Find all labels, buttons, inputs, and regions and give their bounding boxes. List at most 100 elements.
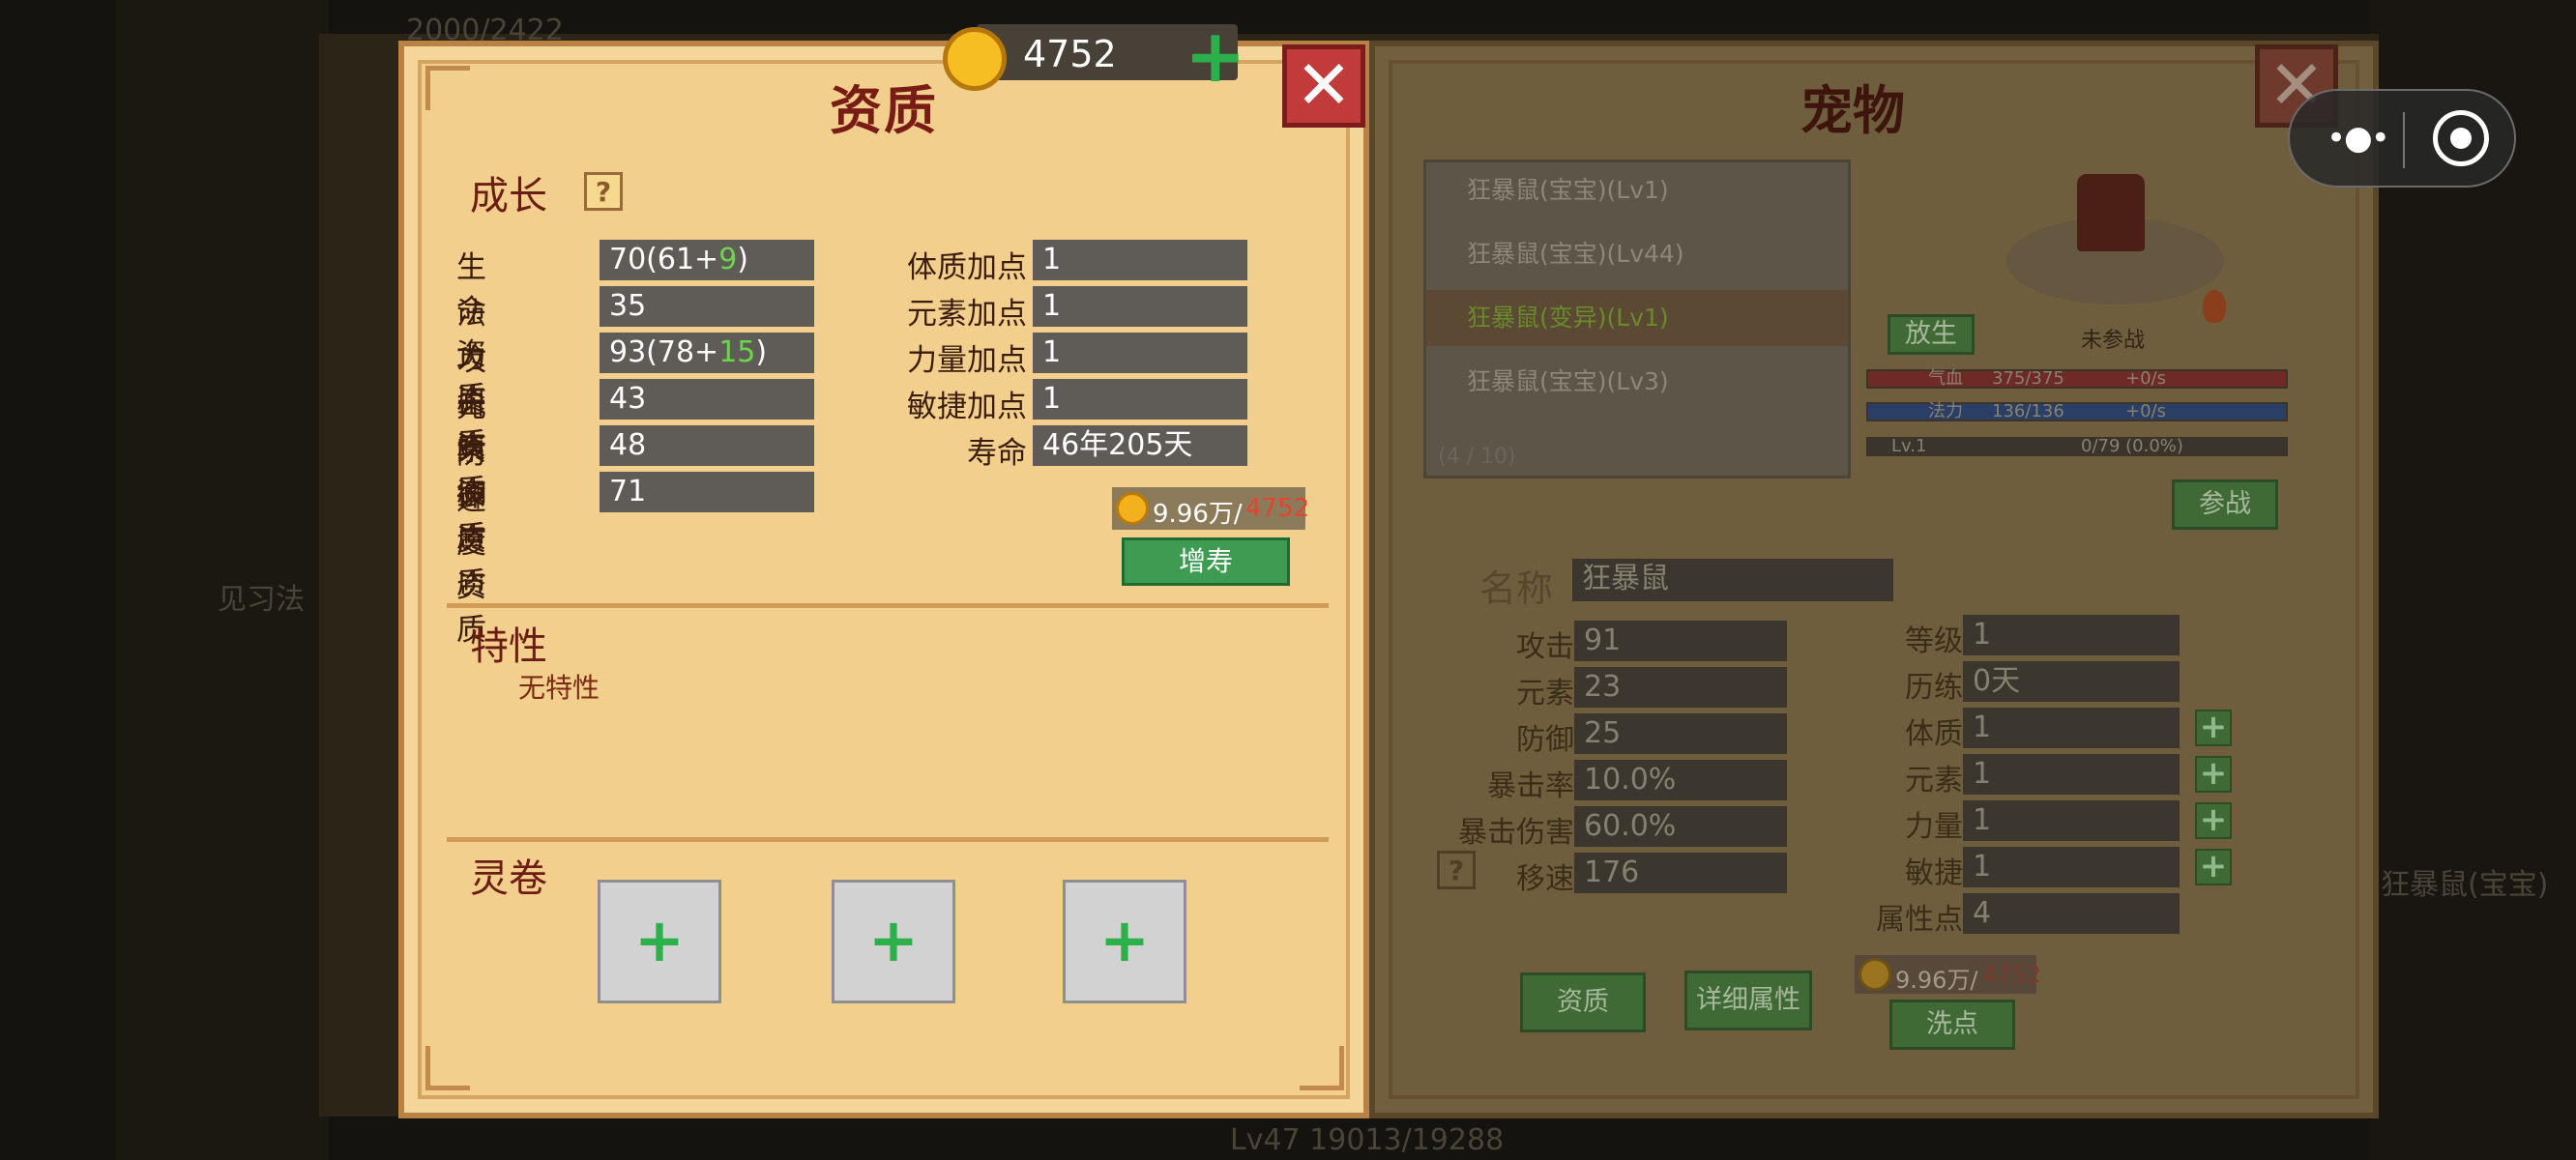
trait-value: 无特性 bbox=[518, 672, 600, 704]
scroll-slot[interactable]: + bbox=[598, 880, 721, 1003]
capsule-divider bbox=[2403, 112, 2405, 168]
pet-list-item[interactable]: 狂暴鼠(宝宝)(Lv3) bbox=[1426, 354, 1848, 410]
reset-points-button[interactable]: 洗点 bbox=[1889, 1000, 2015, 1050]
pet-stat-row: 等级 1 bbox=[1857, 615, 2180, 661]
plus-icon: + bbox=[634, 905, 685, 975]
pet-stat-label: 属性点 bbox=[1876, 903, 1963, 937]
pet-list-item-selected[interactable]: 狂暴鼠(变异)(Lv1) bbox=[1426, 290, 1848, 346]
hp-bar: 气血 375/375 +0/s bbox=[1866, 369, 2288, 389]
pet-stat-label: 暴击伤害 bbox=[1458, 816, 1574, 850]
pet-stat-label: 等级 bbox=[1905, 624, 1963, 658]
add-constitution-button[interactable]: + bbox=[2195, 710, 2232, 746]
pet-stat-value: 4 bbox=[1963, 893, 2180, 934]
life-cost-price: 9.96万/ bbox=[1153, 500, 1243, 529]
pet-stat-row: 移速 176 bbox=[1423, 853, 1787, 899]
divider bbox=[447, 837, 1329, 842]
points-row: 力量加点 1 bbox=[870, 333, 1247, 379]
exit-icon[interactable] bbox=[2433, 110, 2489, 166]
reset-cost-price: 9.96万/ bbox=[1895, 967, 1978, 994]
pet-title: 宠物 bbox=[1800, 79, 1905, 141]
points-row: 体质加点 1 bbox=[870, 240, 1247, 286]
points-label: 体质加点 bbox=[907, 250, 1027, 285]
pet-stat-value: 10.0% bbox=[1574, 760, 1787, 800]
reset-cost-owned: 4752 bbox=[1982, 961, 2042, 988]
points-list: 体质加点 1 元素加点 1 力量加点 1 敏捷加点 1 寿命 46年205天 bbox=[870, 240, 1247, 472]
frame-corner-tl bbox=[425, 66, 470, 110]
exp-bar: Lv.1 0/79 (0.0%) bbox=[1866, 437, 2288, 456]
aptitude-tab-button[interactable]: 资质 bbox=[1520, 972, 1646, 1032]
release-button[interactable]: 放生 bbox=[1888, 314, 1975, 355]
close-button[interactable]: ✕ bbox=[1282, 44, 1365, 128]
growth-label: 成长 bbox=[470, 174, 547, 218]
pet-stat-label: 暴击率 bbox=[1487, 769, 1574, 803]
pet-stat-value: 1 bbox=[1963, 847, 2180, 887]
pet-stat-label: 体质 bbox=[1905, 717, 1963, 751]
scroll-slot[interactable]: + bbox=[1063, 880, 1186, 1003]
currency-amount: 4752 bbox=[1023, 33, 1117, 75]
pet-stat-value: 1 bbox=[1963, 800, 2180, 841]
life-cost: 9.96万/ 4752 bbox=[1112, 487, 1309, 530]
pet-stat-value: 1 bbox=[1963, 708, 2180, 748]
help-icon[interactable]: ? bbox=[584, 172, 623, 211]
pet-sprite bbox=[2077, 174, 2145, 251]
pet-stat-value: 23 bbox=[1574, 667, 1787, 708]
exp-level: Lv.1 bbox=[1891, 436, 1927, 456]
aptitude-value: 70(61+9) bbox=[600, 240, 814, 280]
pet-stat-row: 体质 1 bbox=[1857, 708, 2180, 754]
pet-stat-label: 元素 bbox=[1905, 764, 1963, 798]
scroll-slot[interactable]: + bbox=[832, 880, 955, 1003]
points-label: 敏捷加点 bbox=[907, 390, 1027, 424]
pet-stat-label: 力量 bbox=[1905, 810, 1963, 844]
mp-value: 136/136 bbox=[1992, 401, 2064, 421]
plus-icon: + bbox=[1099, 905, 1150, 975]
pet-stats-left: 攻击 91 元素 23 防御 25 暴击率 10.0% 暴击伤害 60.0% 移速 176 bbox=[1423, 621, 1787, 899]
trait-title: 特性 bbox=[470, 624, 547, 669]
points-value: 1 bbox=[1033, 379, 1247, 420]
add-life-button[interactable]: 增寿 bbox=[1122, 537, 1290, 586]
move-speed-help-icon[interactable]: ? bbox=[1437, 851, 1476, 889]
pet-stat-row: 属性点 4 bbox=[1857, 893, 2180, 940]
pet-stat-row: 历练 0天 bbox=[1857, 661, 2180, 708]
hp-label: 气血 bbox=[1928, 368, 1963, 389]
pet-stat-value: 0天 bbox=[1963, 661, 2180, 702]
hp-value: 375/375 bbox=[1992, 368, 2064, 389]
pet-stat-row: 力量 1 bbox=[1857, 800, 2180, 847]
pet-stat-value: 25 bbox=[1574, 713, 1787, 754]
pet-stats-right: 等级 1 历练 0天 体质 1 元素 1 力量 1 敏捷 1 属性点 4 bbox=[1857, 615, 2180, 940]
pet-list-item[interactable]: 狂暴鼠(宝宝)(Lv1) bbox=[1426, 162, 1848, 218]
add-agility-button[interactable]: + bbox=[2195, 849, 2232, 885]
pet-stat-value: 1 bbox=[1963, 615, 2180, 655]
pet-stat-row: 攻击 91 bbox=[1423, 621, 1787, 667]
add-currency-button[interactable]: + bbox=[1185, 19, 1246, 93]
coin-icon bbox=[943, 27, 1007, 91]
miniprogram-capsule: •●• bbox=[2288, 89, 2516, 188]
pet-list-item[interactable]: 狂暴鼠(宝宝)(Lv44) bbox=[1426, 226, 1848, 282]
pet-stat-value: 91 bbox=[1574, 621, 1787, 661]
pet-stat-label: 元素 bbox=[1516, 677, 1574, 710]
add-strength-button[interactable]: + bbox=[2195, 802, 2232, 839]
pet-stat-label: 攻击 bbox=[1516, 630, 1574, 664]
plus-icon: + bbox=[868, 905, 919, 975]
fire-icon bbox=[2203, 290, 2226, 323]
aptitude-title: 资质 bbox=[830, 79, 938, 141]
hp-rate: +0/s bbox=[2125, 368, 2166, 389]
background-side-label: 见习法 bbox=[218, 583, 305, 617]
pet-name-field[interactable]: 狂暴鼠 bbox=[1572, 559, 1893, 601]
add-element-button[interactable]: + bbox=[2195, 756, 2232, 793]
exp-value: 0/79 (0.0%) bbox=[2081, 436, 2183, 456]
coin-icon bbox=[1116, 492, 1149, 525]
pet-stat-label: 防御 bbox=[1516, 723, 1574, 757]
detail-attributes-button[interactable]: 详细属性 bbox=[1684, 971, 1812, 1030]
reset-cost: 9.96万/ 4752 bbox=[1855, 955, 2041, 994]
divider bbox=[447, 603, 1329, 608]
points-row: 寿命 46年205天 bbox=[870, 425, 1247, 472]
join-battle-button[interactable]: 参战 bbox=[2172, 479, 2278, 530]
pet-stat-value: 1 bbox=[1963, 754, 2180, 795]
background-right-label: 狂暴鼠(宝宝) bbox=[2381, 868, 2549, 902]
frame-corner-bl bbox=[425, 1046, 470, 1090]
points-row: 敏捷加点 1 bbox=[870, 379, 1247, 425]
pet-list: 狂暴鼠(宝宝)(Lv1) 狂暴鼠(宝宝)(Lv44) 狂暴鼠(变异)(Lv1) … bbox=[1423, 160, 1851, 478]
aptitude-value: 43 bbox=[600, 379, 814, 420]
more-icon[interactable]: •●• bbox=[2327, 122, 2390, 155]
points-value: 1 bbox=[1033, 333, 1247, 373]
